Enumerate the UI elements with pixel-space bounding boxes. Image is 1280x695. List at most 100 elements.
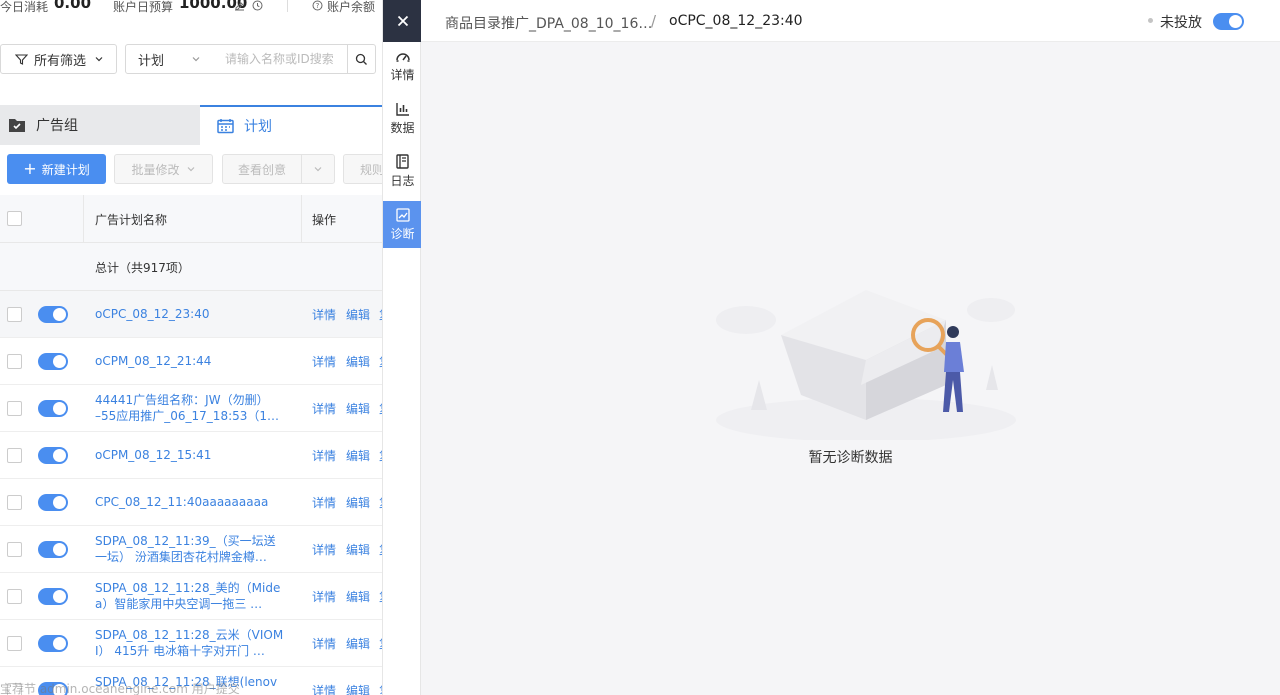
row-detail-link[interactable]: 详情 bbox=[312, 682, 336, 695]
row-checkbox[interactable] bbox=[7, 307, 22, 322]
funnel-icon bbox=[15, 53, 28, 65]
table-row[interactable]: SDPA_08_12_11:28_美的（Mide a）智能家用中央空调一拖三 …… bbox=[0, 573, 382, 620]
drawer-header: 商品目录推广_DPA_08_10_16… / oCPC_08_12_23:40 … bbox=[421, 0, 1280, 42]
row-checkbox[interactable] bbox=[7, 448, 22, 463]
row-detail-link[interactable]: 详情 bbox=[312, 494, 336, 511]
row-edit-link[interactable]: 编辑 bbox=[346, 635, 370, 652]
chevron-down-icon bbox=[187, 167, 194, 172]
new-plan-label: 新建计划 bbox=[41, 162, 90, 177]
today-spend-value: 0.00 bbox=[54, 0, 92, 12]
column-header-op: 操作 bbox=[312, 213, 337, 227]
row-detail-link[interactable]: 详情 bbox=[312, 306, 336, 323]
table-row[interactable]: oCPC_08_12_23:40 详情 编辑 复 bbox=[0, 291, 382, 338]
table-row[interactable]: 44441广告组名称：JW（勿删） –55应用推广_06_17_18:53（1…… bbox=[0, 385, 382, 432]
folder-check-icon bbox=[9, 119, 25, 132]
side-nav-data[interactable]: 数据 bbox=[383, 95, 422, 142]
row-detail-link[interactable]: 详情 bbox=[312, 588, 336, 605]
row-checkbox[interactable] bbox=[7, 589, 22, 604]
clock-icon[interactable] bbox=[252, 0, 263, 11]
tab-ad-group[interactable]: 广告组 bbox=[0, 105, 200, 145]
tab-plan[interactable]: 计划 bbox=[200, 105, 382, 145]
delivery-status-toggle[interactable] bbox=[1213, 13, 1244, 30]
row-checkbox[interactable] bbox=[7, 542, 22, 557]
table-row[interactable]: SDPA_08_12_11:39_（买一坛送 一坛） 汾酒集团杏花村牌金樽… 详… bbox=[0, 526, 382, 573]
row-status-toggle[interactable] bbox=[38, 541, 68, 558]
column-header-name: 广告计划名称 bbox=[95, 213, 168, 227]
side-nav-log[interactable]: 日志 bbox=[383, 148, 422, 195]
select-all-checkbox[interactable] bbox=[7, 211, 22, 226]
gauge-icon bbox=[395, 52, 410, 62]
row-detail-link[interactable]: 详情 bbox=[312, 541, 336, 558]
account-stats-bar: 今日消耗 0.00 账户日预算 1000.00 ? 账户余额 bbox=[0, 0, 382, 16]
plan-drawer: 商品目录推广_DPA_08_10_16… / oCPC_08_12_23:40 … bbox=[421, 0, 1280, 695]
table-row[interactable]: oCPM_08_12_15:41 详情 编辑 复 bbox=[0, 432, 382, 479]
breadcrumb-parent[interactable]: 商品目录推广_DPA_08_10_16… bbox=[445, 13, 652, 33]
view-creative-button[interactable]: 查看创意 bbox=[222, 154, 302, 184]
table-row[interactable]: oCPM_08_12_21:44 详情 编辑 复 bbox=[0, 338, 382, 385]
table-row[interactable]: CPC_08_12_11:40aaaaaaaaa 详情 编辑 复 bbox=[0, 479, 382, 526]
plan-name-link[interactable]: CPC_08_12_11:40aaaaaaaaa bbox=[95, 494, 295, 510]
row-checkbox[interactable] bbox=[7, 636, 22, 651]
bar-chart-icon bbox=[395, 102, 409, 116]
all-filters-button[interactable]: 所有筛选 bbox=[0, 44, 117, 74]
total-count-label: 总计（共917项） bbox=[95, 261, 190, 275]
plan-name-link[interactable]: SDPA_08_12_11:39_（买一坛送 一坛） 汾酒集团杏花村牌金樽… bbox=[95, 533, 295, 565]
balance-label: 账户余额 bbox=[327, 0, 376, 14]
stats-divider bbox=[287, 0, 288, 12]
row-status-toggle[interactable] bbox=[38, 447, 68, 464]
row-edit-link[interactable]: 编辑 bbox=[346, 306, 370, 323]
all-filters-label: 所有筛选 bbox=[34, 53, 87, 69]
row-status-toggle[interactable] bbox=[38, 635, 68, 652]
plan-name-link[interactable]: 44441广告组名称：JW（勿删） –55应用推广_06_17_18:53（1… bbox=[95, 392, 295, 424]
plan-name-link[interactable]: oCPM_08_12_21:44 bbox=[95, 353, 295, 369]
row-status-toggle[interactable] bbox=[38, 306, 68, 323]
search-type-select[interactable]: 计划 bbox=[125, 44, 214, 74]
row-checkbox[interactable] bbox=[7, 401, 22, 416]
edit-budget-icon[interactable] bbox=[234, 0, 245, 11]
row-detail-link[interactable]: 详情 bbox=[312, 353, 336, 370]
delivery-status-text: 未投放 bbox=[1160, 15, 1202, 31]
chevron-down-icon bbox=[314, 167, 322, 172]
view-creative-dropdown[interactable] bbox=[301, 154, 335, 184]
daily-budget-label: 账户日预算 bbox=[113, 0, 174, 14]
row-status-toggle[interactable] bbox=[38, 588, 68, 605]
help-icon[interactable]: ? bbox=[312, 0, 323, 11]
drawer-side-nav: 详情 数据 日志 诊断 bbox=[382, 0, 422, 695]
search-input[interactable] bbox=[213, 44, 348, 74]
breadcrumb-current: oCPC_08_12_23:40 bbox=[669, 13, 803, 29]
svg-text:?: ? bbox=[316, 2, 320, 10]
plan-name-link[interactable]: oCPM_08_12_15:41 bbox=[95, 447, 295, 463]
row-edit-link[interactable]: 编辑 bbox=[346, 588, 370, 605]
plan-name-link[interactable]: SDPA_08_12_11:28_美的（Mide a）智能家用中央空调一拖三 … bbox=[95, 580, 295, 612]
row-checkbox[interactable] bbox=[7, 495, 22, 510]
close-drawer-button[interactable] bbox=[383, 0, 422, 42]
new-plan-button[interactable]: + 新建计划 bbox=[7, 154, 106, 184]
row-edit-link[interactable]: 编辑 bbox=[346, 400, 370, 417]
header-check-cell bbox=[0, 195, 84, 243]
row-status-toggle[interactable] bbox=[38, 494, 68, 511]
row-edit-link[interactable]: 编辑 bbox=[346, 682, 370, 695]
search-button[interactable] bbox=[347, 44, 376, 74]
row-edit-link[interactable]: 编辑 bbox=[346, 447, 370, 464]
chevron-down-icon bbox=[192, 57, 200, 62]
row-edit-link[interactable]: 编辑 bbox=[346, 353, 370, 370]
row-detail-link[interactable]: 详情 bbox=[312, 635, 336, 652]
side-nav-detail-label: 详情 bbox=[390, 67, 415, 82]
batch-edit-button[interactable]: 批量修改 bbox=[114, 154, 213, 184]
side-nav-diagnosis-label: 诊断 bbox=[390, 226, 415, 241]
row-status-toggle[interactable] bbox=[38, 353, 68, 370]
rules-button[interactable]: 规则 bbox=[343, 154, 382, 184]
calendar-icon bbox=[217, 119, 234, 134]
row-checkbox[interactable] bbox=[7, 354, 22, 369]
plan-name-link[interactable]: SDPA_08_12_11:28_云米（VIOM I） 415升 电冰箱十字对开… bbox=[95, 627, 295, 659]
row-status-toggle[interactable] bbox=[38, 400, 68, 417]
row-edit-link[interactable]: 编辑 bbox=[346, 541, 370, 558]
side-nav-detail[interactable]: 详情 bbox=[383, 42, 422, 89]
table-row[interactable]: SDPA_08_12_11:28_云米（VIOM I） 415升 电冰箱十字对开… bbox=[0, 620, 382, 667]
row-detail-link[interactable]: 详情 bbox=[312, 447, 336, 464]
side-nav-diagnosis[interactable]: 诊断 bbox=[383, 201, 422, 248]
breadcrumb-separator: / bbox=[651, 12, 657, 30]
row-detail-link[interactable]: 详情 bbox=[312, 400, 336, 417]
plan-name-link[interactable]: oCPC_08_12_23:40 bbox=[95, 306, 295, 322]
row-edit-link[interactable]: 编辑 bbox=[346, 494, 370, 511]
